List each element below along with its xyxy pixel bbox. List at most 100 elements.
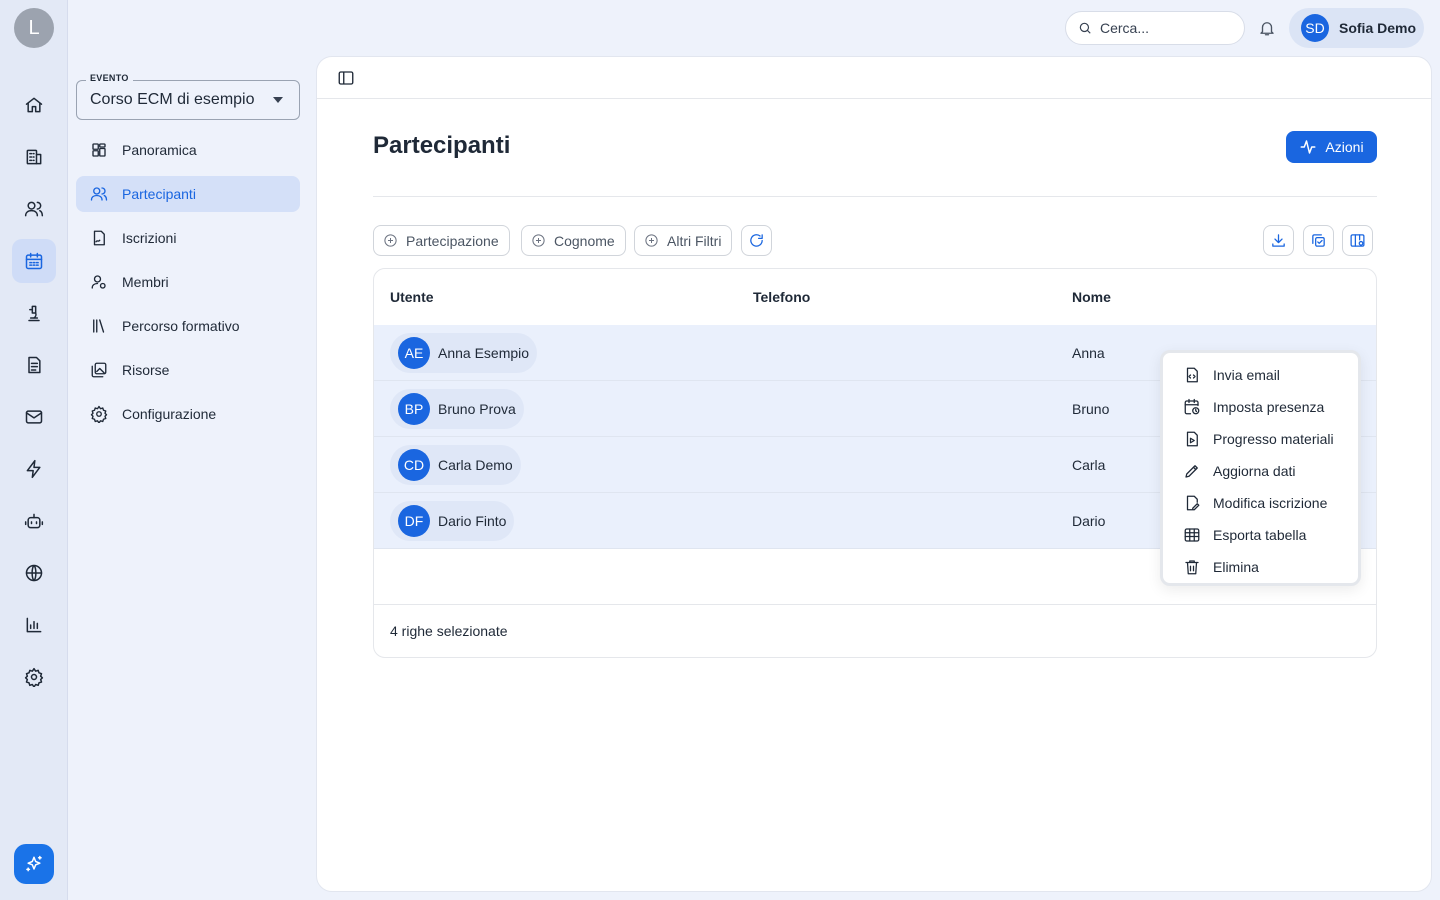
menu-item-progresso-materiali[interactable]: Progresso materiali (1163, 423, 1358, 455)
mail-icon[interactable] (12, 395, 56, 439)
filter-label: Cognome (554, 232, 615, 249)
trash-icon (1185, 560, 1199, 575)
lightning-icon[interactable] (12, 447, 56, 491)
selection-count: 4 righe selezionate (390, 623, 508, 639)
sidebar-item-label: Percorso formativo (122, 318, 240, 334)
user-chip[interactable]: AE Anna Esempio (390, 333, 538, 373)
select-all-button[interactable] (1303, 225, 1334, 256)
notifications-button[interactable] (1256, 17, 1278, 39)
sidebar-item-label: Membri (122, 274, 169, 290)
file-edit-icon (1186, 495, 1200, 511)
column-header-telefono[interactable]: Telefono (753, 269, 810, 325)
user-chip[interactable]: BP Bruno Prova (390, 389, 524, 429)
user-name: Bruno Prova (438, 401, 516, 417)
sidebar-item-partecipanti[interactable]: Partecipanti (76, 176, 300, 212)
sidebar-item-membri[interactable]: Membri (76, 264, 300, 300)
file-play-icon (1186, 431, 1198, 447)
sidebar-item-iscrizioni[interactable]: Iscrizioni (76, 220, 300, 256)
user-chip[interactable]: CD Carla Demo (390, 445, 521, 485)
menu-item-invia-email[interactable]: Invia email (1163, 359, 1358, 391)
microscope-icon[interactable] (12, 291, 56, 335)
sparkles-icon (26, 855, 42, 872)
menu-item-label: Modifica iscrizione (1213, 495, 1328, 511)
user-name: Dario Finto (438, 513, 507, 529)
row-actions-menu: Invia email Imposta presenza Progresso m… (1160, 350, 1361, 586)
event-select-value[interactable]: Corso ECM di esempio (90, 91, 262, 109)
filter-altri[interactable]: Altri Filtri (634, 225, 733, 256)
columns-settings-button[interactable] (1342, 225, 1373, 256)
bell-icon (1260, 22, 1274, 36)
column-header-nome[interactable]: Nome (1072, 269, 1111, 325)
images-icon (91, 362, 107, 378)
sidebar-item-label: Partecipanti (122, 186, 196, 202)
sidebar-item-risorse[interactable]: Risorse (76, 352, 300, 388)
gear-icon (90, 405, 108, 423)
home-icon[interactable] (12, 83, 56, 127)
panel-toolbar (317, 57, 1431, 99)
plus-circle-icon (645, 234, 658, 247)
menu-item-aggiorna-dati[interactable]: Aggiorna dati (1163, 455, 1358, 487)
column-header-utente[interactable]: Utente (390, 269, 434, 325)
user-name: Anna Esempio (438, 345, 530, 361)
filter-label: Altri Filtri (667, 232, 722, 249)
user-settings-icon (91, 275, 106, 289)
bot-icon[interactable] (12, 499, 56, 543)
building-icon[interactable] (12, 135, 56, 179)
library-icon (93, 319, 105, 333)
cell-nome: Dario (1072, 513, 1106, 529)
download-button[interactable] (1263, 225, 1294, 256)
document-icon[interactable] (12, 343, 56, 387)
refresh-button[interactable] (741, 225, 772, 256)
globe-icon[interactable] (12, 551, 56, 595)
menu-item-label: Esporta tabella (1213, 527, 1307, 543)
user-chip[interactable]: DF Dario Finto (390, 501, 515, 541)
menu-item-imposta-presenza[interactable]: Imposta presenza (1163, 391, 1358, 423)
sidebar-item-panoramica[interactable]: Panoramica (76, 132, 300, 168)
user-menu-button[interactable]: SD Sofia Demo (1289, 8, 1424, 48)
menu-item-label: Aggiorna dati (1213, 463, 1296, 479)
divider (374, 604, 1376, 605)
filter-partecipazione[interactable]: Partecipazione (373, 225, 510, 256)
divider (373, 196, 1377, 197)
sidebar-toggle-button[interactable] (337, 69, 357, 87)
file-signature-icon (93, 230, 105, 246)
sidebar-item-label: Panoramica (122, 142, 197, 158)
chevron-down-icon[interactable] (273, 97, 283, 103)
menu-item-modifica-iscrizione[interactable]: Modifica iscrizione (1163, 487, 1358, 519)
menu-item-esporta-tabella[interactable]: Esporta tabella (1163, 519, 1358, 551)
avatar: BP (398, 393, 430, 425)
bar-chart-icon[interactable] (12, 603, 56, 647)
menu-item-elimina[interactable]: Elimina (1163, 551, 1358, 583)
users-icon[interactable] (12, 187, 56, 231)
plus-circle-icon (532, 234, 545, 247)
search-input[interactable] (1100, 20, 1230, 36)
avatar: SD (1301, 14, 1329, 42)
sidebar-item-label: Risorse (122, 362, 170, 378)
sidebar-item-percorso-formativo[interactable]: Percorso formativo (76, 308, 300, 344)
refresh-icon (750, 234, 763, 247)
filter-label: Partecipazione (406, 232, 499, 249)
dashboard-icon (92, 143, 106, 157)
org-avatar[interactable]: L (14, 8, 54, 48)
search-icon (1079, 22, 1091, 34)
file-code-icon (1186, 367, 1198, 383)
actions-button-label: Azioni (1325, 139, 1364, 155)
ai-assistant-button[interactable] (14, 844, 54, 884)
gear-icon[interactable] (12, 655, 56, 699)
sidebar-item-configurazione[interactable]: Configurazione (76, 396, 300, 432)
calendar-icon[interactable] (12, 239, 56, 283)
pencil-icon (1185, 465, 1198, 478)
filter-cognome[interactable]: Cognome (521, 225, 626, 256)
columns-settings-icon (1350, 234, 1365, 247)
search-box[interactable] (1065, 11, 1245, 45)
panel-left-icon (338, 71, 354, 85)
actions-button[interactable]: Azioni (1286, 131, 1377, 163)
menu-item-label: Invia email (1213, 367, 1280, 383)
avatar: AE (398, 337, 430, 369)
download-icon (1272, 234, 1285, 247)
menu-item-label: Imposta presenza (1213, 399, 1325, 415)
cell-nome: Bruno (1072, 401, 1110, 417)
page-title: Partecipanti (373, 132, 511, 159)
sidebar-item-label: Iscrizioni (122, 230, 177, 246)
cell-nome: Carla (1072, 457, 1106, 473)
